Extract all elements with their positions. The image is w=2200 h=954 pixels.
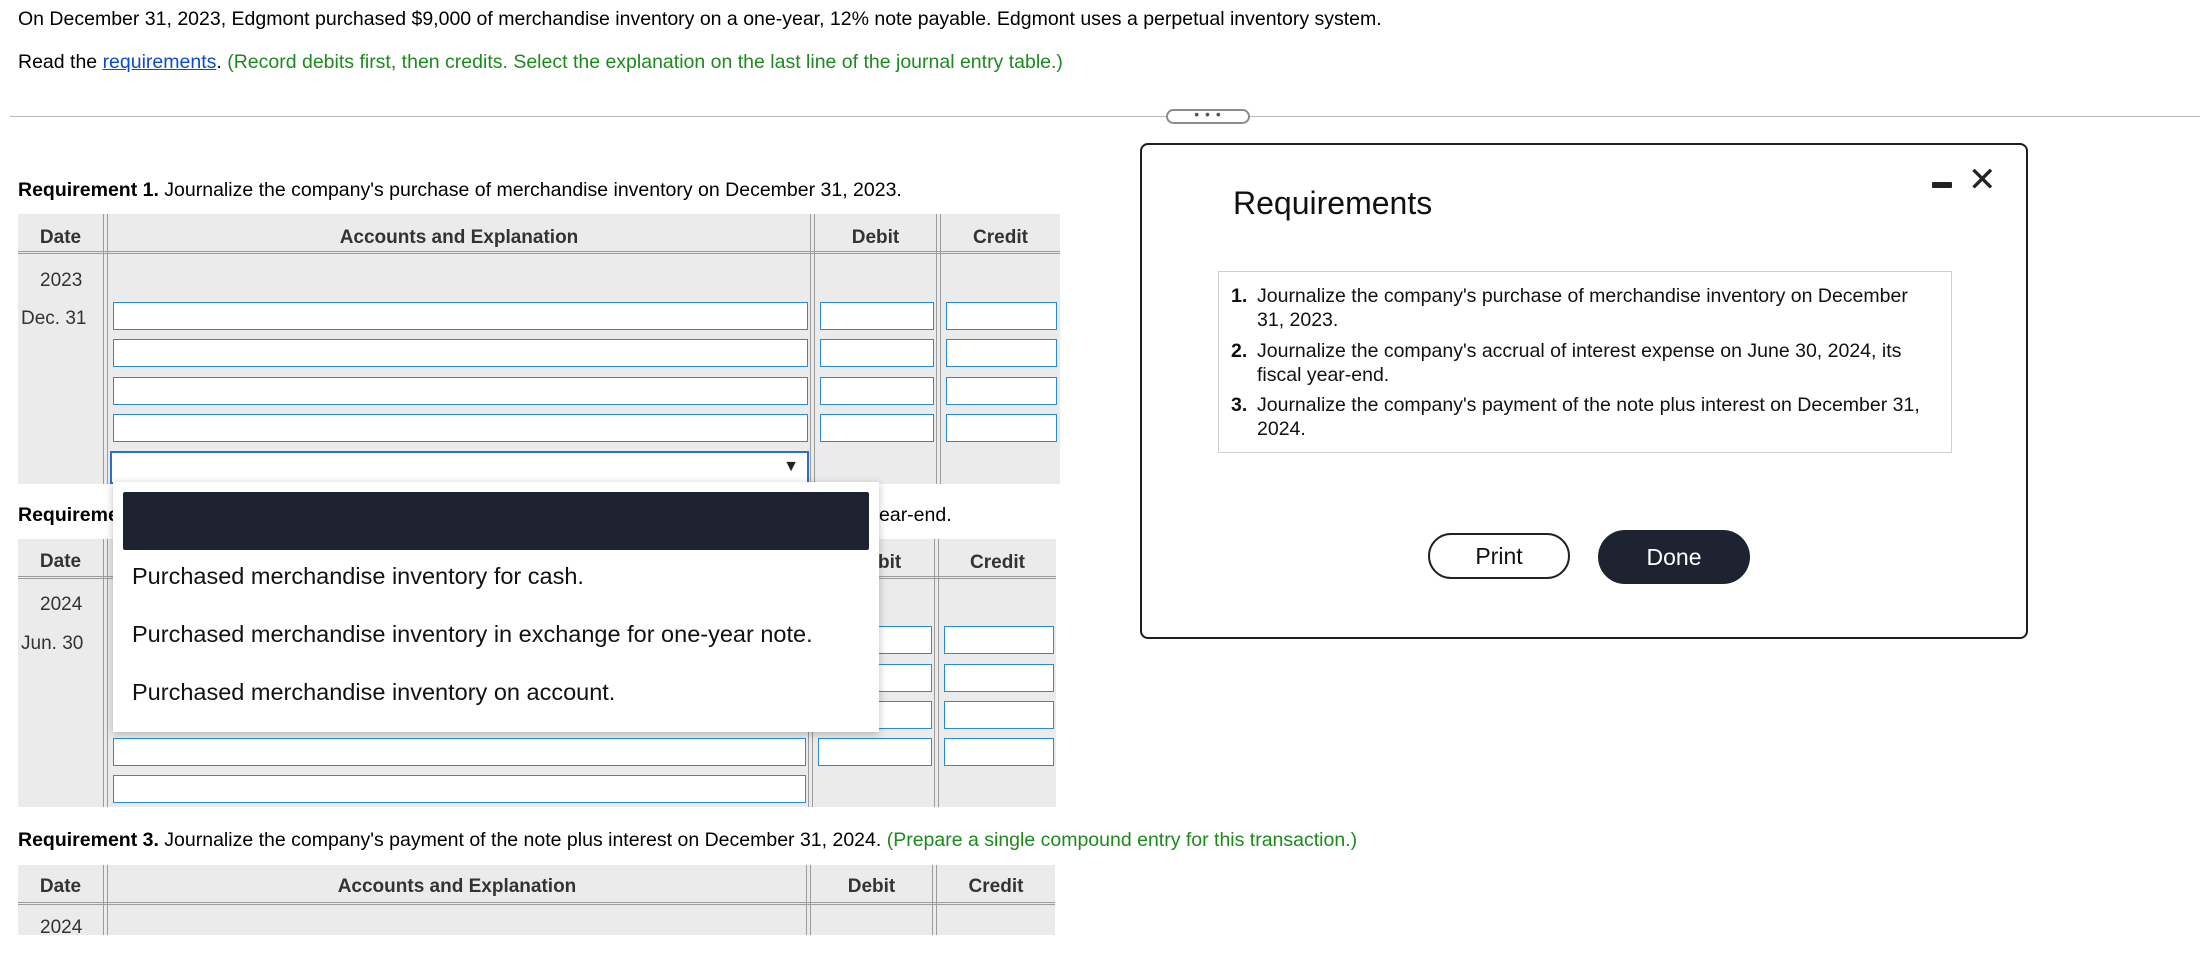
debit-input[interactable] — [820, 302, 934, 330]
req3-accounts-header: Accounts and Explanation — [337, 876, 577, 897]
print-button[interactable]: Print — [1428, 533, 1570, 579]
col-divider — [103, 539, 104, 807]
credit-input[interactable] — [946, 339, 1057, 367]
req3-debit-header: Debit — [847, 876, 896, 897]
account-input[interactable] — [113, 339, 808, 367]
done-button[interactable]: Done — [1598, 530, 1750, 584]
req2-credit-header: Credit — [970, 552, 1025, 573]
req1-accounts-header: Accounts and Explanation — [339, 227, 579, 248]
account-input[interactable] — [113, 738, 806, 766]
requirements-link[interactable]: requirements — [103, 51, 217, 73]
credit-input[interactable] — [946, 414, 1057, 442]
col-divider — [107, 539, 108, 807]
col-divider — [806, 865, 807, 935]
req2-debit-header: bit — [878, 552, 902, 573]
col-divider — [810, 214, 811, 484]
col-divider — [107, 214, 108, 484]
close-icon[interactable]: ✕ — [1968, 163, 1997, 197]
problem-statement: On December 31, 2023, Edgmont purchased … — [18, 8, 1382, 30]
requirements-list: 1. Journalize the company's purchase of … — [1218, 271, 1952, 453]
dropdown-option[interactable]: Purchased merchandise inventory in excha… — [132, 621, 813, 648]
credit-input[interactable] — [946, 377, 1057, 405]
requirement-text: Journalize the company's accrual of inte… — [1257, 340, 1902, 386]
req1-year: 2023 — [40, 270, 83, 291]
req2-title-tail: ear-end. — [879, 504, 952, 526]
header-rule — [18, 902, 1055, 905]
dropdown-blank-option-highlighted[interactable] — [123, 492, 869, 550]
req2-title: Requireme — [18, 504, 119, 527]
explanation-select[interactable]: ▼ — [110, 451, 809, 484]
credit-input[interactable] — [944, 626, 1054, 654]
req2-year: 2024 — [40, 594, 83, 615]
minimize-icon[interactable] — [1932, 182, 1952, 188]
requirement-item: 1. Journalize the company's purchase of … — [1231, 284, 1931, 332]
dropdown-option[interactable]: Purchased merchandise inventory on accou… — [132, 679, 615, 706]
instruction-text: (Record debits first, then credits. Sele… — [221, 51, 1063, 73]
req3-title: Requirement 3. Journalize the company's … — [18, 829, 1357, 852]
chevron-down-icon: ▼ — [783, 458, 799, 475]
req1-credit-header: Credit — [973, 227, 1028, 248]
requirement-item: 3. Journalize the company's payment of t… — [1231, 393, 1931, 441]
req3-label: Requirement 3. — [18, 829, 159, 851]
read-requirements-line: Read the requirements. (Record debits fi… — [18, 51, 1063, 74]
col-divider — [814, 214, 815, 484]
col-divider — [932, 865, 933, 935]
requirement-text: Journalize the company's purchase of mer… — [1257, 285, 1908, 331]
req3-instruction: (Prepare a single compound entry for thi… — [881, 829, 1358, 851]
requirement-item: 2. Journalize the company's accrual of i… — [1231, 339, 1931, 387]
req3-date-header: Date — [39, 876, 82, 897]
req1-date: Dec. 31 — [21, 308, 87, 329]
col-divider — [103, 214, 104, 484]
requirement-text: Journalize the company's payment of the … — [1257, 394, 1920, 440]
explanation-dropdown: Purchased merchandise inventory for cash… — [113, 482, 879, 732]
req2-date: Jun. 30 — [21, 633, 84, 654]
requirement-number: 3. — [1231, 394, 1248, 416]
divider-handle[interactable]: • • • — [1166, 107, 1250, 124]
header-rule — [18, 251, 1060, 254]
col-divider — [103, 865, 104, 935]
modal-title: Requirements — [1233, 185, 1433, 221]
account-input[interactable] — [113, 377, 808, 405]
section-divider — [10, 116, 2200, 117]
credit-input[interactable] — [944, 738, 1054, 766]
credit-input[interactable] — [944, 701, 1054, 729]
req1-title: Requirement 1. Journalize the company's … — [18, 179, 902, 202]
col-divider — [938, 539, 939, 807]
debit-input[interactable] — [818, 738, 932, 766]
req1-text: Journalize the company's purchase of mer… — [158, 179, 902, 201]
debit-input[interactable] — [820, 339, 934, 367]
requirement-number: 1. — [1231, 285, 1248, 307]
col-divider — [936, 214, 937, 484]
req3-credit-header: Credit — [968, 876, 1024, 897]
req2-date-header: Date — [39, 551, 82, 572]
req1-label: Requirement 1. — [18, 179, 159, 201]
credit-input[interactable] — [944, 664, 1054, 692]
col-divider — [934, 539, 935, 807]
requirements-modal: Requirements ✕ 1. Journalize the company… — [1140, 143, 2028, 639]
credit-input[interactable] — [946, 302, 1057, 330]
explanation-input[interactable] — [113, 775, 806, 803]
debit-input[interactable] — [820, 377, 934, 405]
req2-label: Requireme — [18, 504, 119, 526]
account-input[interactable] — [113, 414, 808, 442]
req1-date-header: Date — [39, 227, 82, 248]
read-prefix: Read the — [18, 51, 103, 73]
col-divider — [940, 214, 941, 484]
debit-input[interactable] — [820, 414, 934, 442]
req3-year: 2024 — [40, 917, 83, 938]
req3-text: Journalize the company's payment of the … — [158, 829, 882, 851]
account-input[interactable] — [113, 302, 808, 330]
req1-debit-header: Debit — [851, 227, 900, 248]
requirement-number: 2. — [1231, 340, 1248, 362]
dropdown-option[interactable]: Purchased merchandise inventory for cash… — [132, 563, 584, 590]
